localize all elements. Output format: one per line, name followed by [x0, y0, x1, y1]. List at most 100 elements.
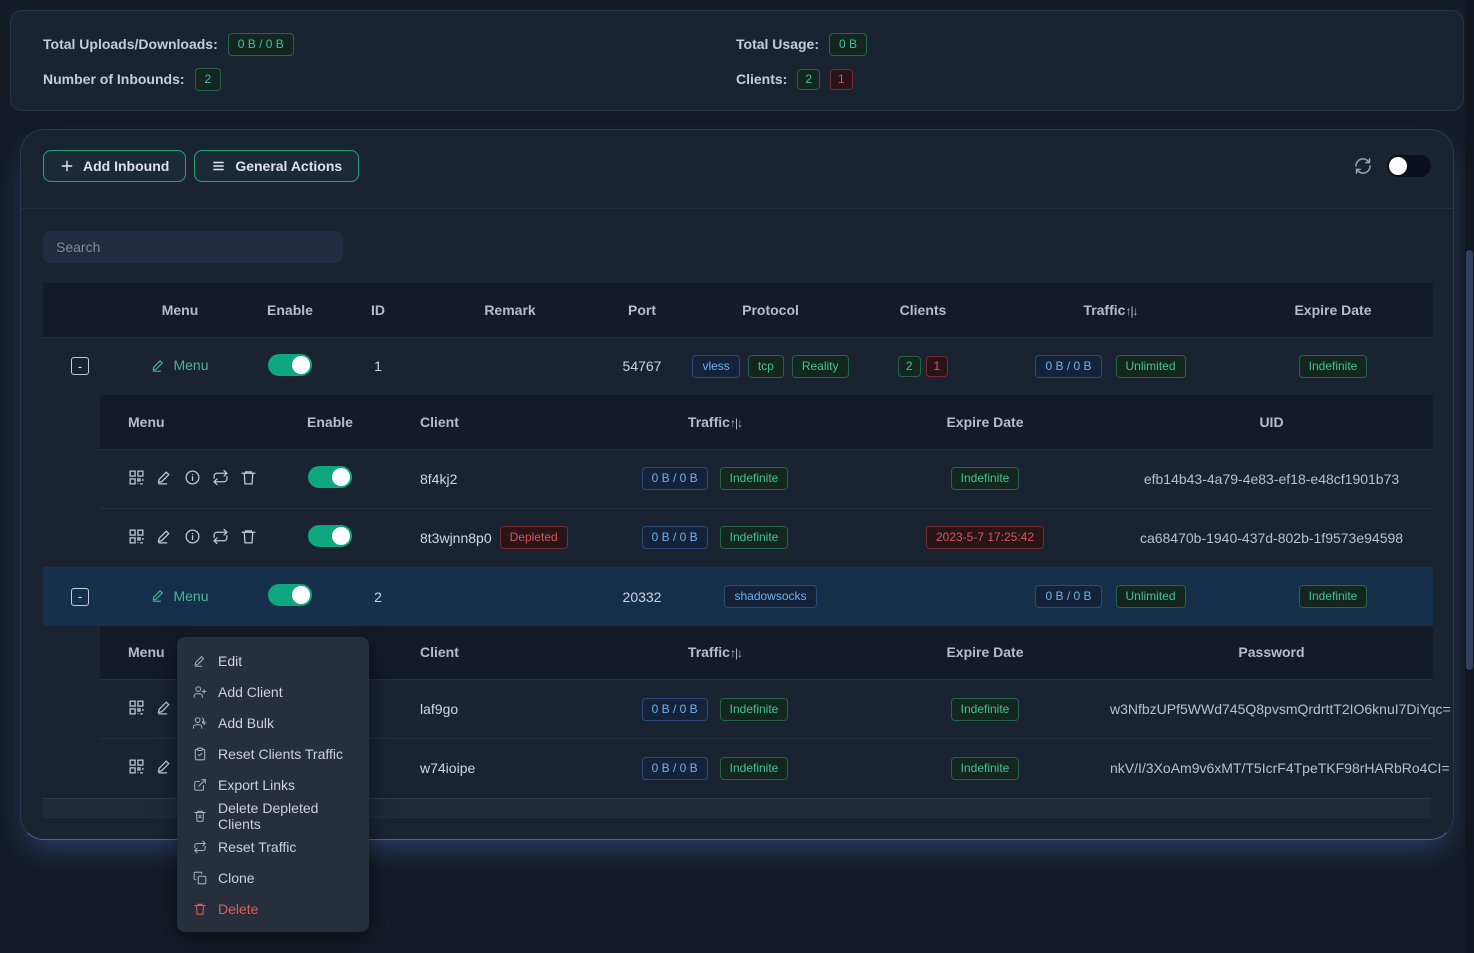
depleted-badge: Depleted — [500, 526, 568, 549]
client-expire-badge: 2023-5-7 17:25:42 — [926, 526, 1044, 549]
edit-client-icon[interactable] — [156, 469, 173, 486]
menu-item-add-bulk[interactable]: Add Bulk — [177, 707, 369, 738]
client-header-client: Client — [380, 395, 570, 449]
inbound-menu-button[interactable]: Menu — [151, 357, 208, 373]
inbound-remark — [419, 337, 601, 395]
client-header-traffic[interactable]: Traffic↑|↓ — [570, 395, 860, 449]
client-traffic-badge: 0 B / 0 B — [642, 757, 708, 780]
general-actions-button[interactable]: General Actions — [194, 150, 359, 182]
total-uploads-downloads: Total Uploads/Downloads: 0 B / 0 B — [43, 33, 736, 55]
toolbar: Add Inbound General Actions — [21, 130, 1453, 209]
clients-label: Clients: — [736, 71, 787, 87]
add-inbound-label: Add Inbound — [83, 158, 169, 174]
inbound-context-menu: Edit Add Client Add Bulk Reset Clients T… — [177, 637, 369, 932]
header-menu: Menu — [117, 283, 243, 337]
collapse-row-button[interactable]: - — [71, 588, 89, 606]
header-traffic[interactable]: Traffic↑|↓ — [988, 283, 1233, 337]
client-header-enable: Enable — [280, 395, 380, 449]
client-header-traffic[interactable]: Traffic↑|↓ — [570, 626, 860, 680]
client-enable-toggle[interactable] — [308, 525, 352, 547]
qr-code-icon[interactable] — [128, 469, 145, 486]
client-table-header-row: Menu Enable Client Traffic↑|↓ Expire Dat… — [100, 395, 1433, 449]
reset-traffic-icon[interactable] — [212, 469, 229, 486]
menu-item-edit[interactable]: Edit — [177, 645, 369, 676]
client-name: w74ioipe — [420, 760, 475, 776]
client-expire-badge: Indefinite — [951, 467, 1020, 490]
page-scrollbar — [1465, 0, 1474, 953]
delete-client-icon[interactable] — [240, 528, 257, 545]
edit-client-icon[interactable] — [156, 528, 173, 545]
client-header-client: Client — [380, 626, 570, 680]
menu-item-delete[interactable]: Delete — [177, 893, 369, 924]
header-port: Port — [601, 283, 683, 337]
number-of-inbounds-label: Number of Inbounds: — [43, 71, 185, 87]
protocol-transport-tag: tcp — [748, 355, 784, 378]
traffic-limit-badge: Unlimited — [1116, 585, 1186, 608]
qr-code-icon[interactable] — [128, 758, 145, 775]
client-row: 8t3wjnn8p0 Depleted 0 B / 0 B Indefinite… — [100, 508, 1433, 567]
info-icon[interactable] — [184, 469, 201, 486]
scrollbar-thumb[interactable] — [1466, 250, 1473, 670]
client-uid: ca68470b-1940-437d-802b-1f9573e94598 — [1140, 530, 1403, 546]
client-password: nkV/I/3XoAm9v6xMT/T5IcrF4TpeTKF98rHARbRo… — [1110, 760, 1450, 776]
inbound-menu-button[interactable]: Menu — [151, 588, 208, 604]
qr-code-icon[interactable] — [128, 528, 145, 545]
client-traffic-limit-badge: Indefinite — [720, 698, 789, 721]
add-inbound-button[interactable]: Add Inbound — [43, 150, 186, 182]
menu-item-reset-traffic[interactable]: Reset Traffic — [177, 831, 369, 862]
plus-icon — [60, 159, 74, 173]
dark-mode-toggle[interactable] — [1387, 155, 1431, 177]
clients-active-badge: 2 — [898, 356, 921, 377]
edit-client-icon[interactable] — [156, 699, 173, 716]
clients-depleted-badge: 1 — [926, 356, 949, 377]
total-usage-label: Total Usage: — [736, 36, 819, 52]
stats-card: Total Uploads/Downloads: 0 B / 0 B Numbe… — [10, 10, 1464, 111]
client-traffic-badge: 0 B / 0 B — [642, 467, 708, 490]
clients-depleted-count: 1 — [830, 69, 853, 90]
reset-traffic-icon[interactable] — [212, 528, 229, 545]
protocol-security-tag: Reality — [792, 355, 849, 378]
menu-lines-icon — [211, 159, 226, 173]
inbound-row-1: - Menu 1 54767 vless — [43, 337, 1433, 395]
menu-item-clone[interactable]: Clone — [177, 862, 369, 893]
edit-client-icon[interactable] — [156, 758, 173, 775]
menu-item-reset-clients-traffic[interactable]: Reset Clients Traffic — [177, 738, 369, 769]
sort-icon: ↑|↓ — [1125, 304, 1137, 318]
info-icon[interactable] — [184, 528, 201, 545]
client-traffic-badge: 0 B / 0 B — [642, 698, 708, 721]
header-clients: Clients — [858, 283, 988, 337]
inbound-id: 2 — [337, 568, 419, 626]
inbounds-table-header-row: Menu Enable ID Remark Port Protocol Clie… — [43, 283, 1433, 337]
header-expire-date: Expire Date — [1233, 283, 1433, 337]
header-id: ID — [337, 283, 419, 337]
refresh-icon[interactable] — [1353, 156, 1373, 176]
stats-left-column: Total Uploads/Downloads: 0 B / 0 B Numbe… — [43, 33, 736, 90]
inbound-enable-toggle[interactable] — [268, 354, 312, 376]
header-enable: Enable — [243, 283, 337, 337]
client-name: 8f4kj2 — [420, 471, 457, 487]
total-usage: Total Usage: 0 B — [736, 33, 1431, 55]
menu-item-export-links[interactable]: Export Links — [177, 769, 369, 800]
client-traffic-limit-badge: Indefinite — [720, 467, 789, 490]
traffic-badge: 0 B / 0 B — [1035, 585, 1101, 608]
collapse-row-button[interactable]: - — [71, 357, 89, 375]
client-table-inbound-1: Menu Enable Client Traffic↑|↓ Expire Dat… — [100, 395, 1433, 567]
client-uid: efb14b43-4a79-4e83-ef18-e48cf1901b73 — [1144, 471, 1399, 487]
inbound-remark — [419, 568, 601, 626]
inbound-enable-toggle[interactable] — [268, 584, 312, 606]
header-protocol: Protocol — [683, 283, 858, 337]
delete-client-icon[interactable] — [240, 469, 257, 486]
header-remark: Remark — [419, 283, 601, 337]
menu-item-delete-depleted-clients[interactable]: Delete Depleted Clients — [177, 800, 369, 831]
search-area — [43, 231, 1431, 263]
client-header-password: Password — [1110, 626, 1433, 680]
traffic-limit-badge: Unlimited — [1116, 355, 1186, 378]
menu-item-add-client[interactable]: Add Client — [177, 676, 369, 707]
search-input[interactable] — [43, 231, 343, 263]
client-header-menu: Menu — [100, 395, 280, 449]
qr-code-icon[interactable] — [128, 699, 145, 716]
client-password: w3NfbzUPf5WWd745Q8pvsmQrdrttT2IO6knuI7Di… — [1110, 701, 1451, 717]
general-actions-label: General Actions — [235, 158, 342, 174]
client-enable-toggle[interactable] — [308, 466, 352, 488]
inbound-port: 20332 — [601, 568, 683, 626]
